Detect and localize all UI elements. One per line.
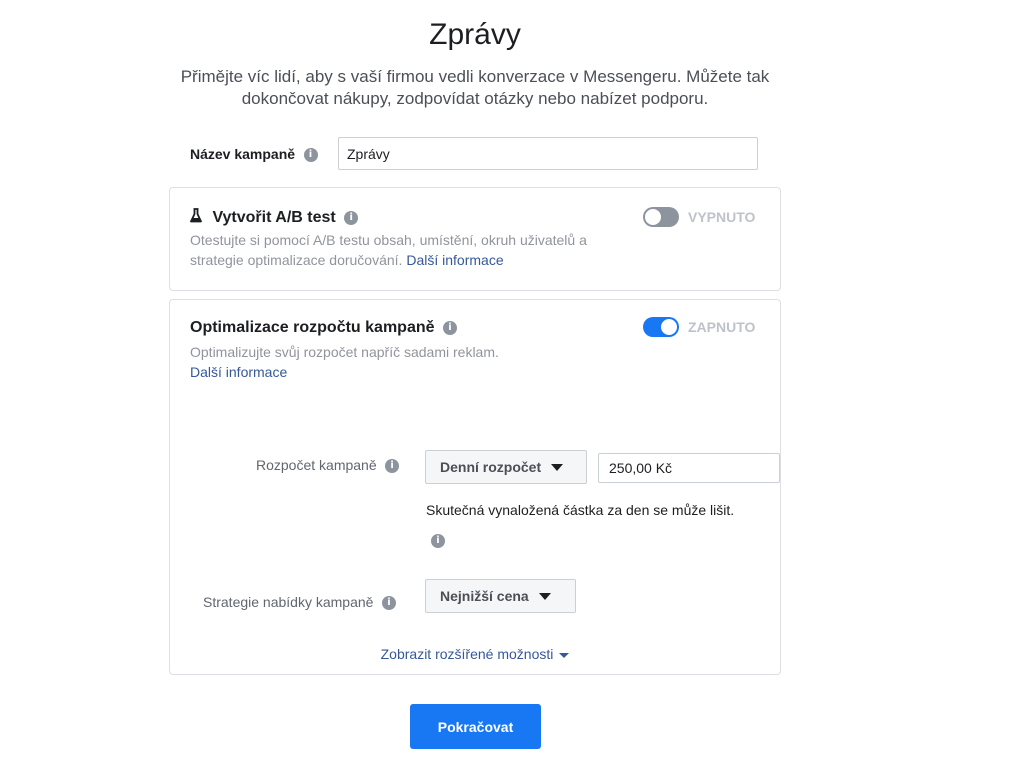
bid-strategy-label-row: Strategie nabídky kampaně i (203, 594, 396, 612)
caret-down-icon (538, 592, 551, 600)
ab-test-toggle[interactable] (643, 207, 679, 227)
caret-down-icon (551, 463, 564, 471)
budget-opt-header: Optimalizace rozpočtu kampaně i (190, 319, 457, 337)
ab-test-desc-line-2: strategie optimalizace doručování. Další… (190, 250, 650, 270)
budget-opt-desc-text: Optimalizujte svůj rozpočet napříč sadam… (190, 344, 499, 360)
page-subtitle: Přimějte víc lidí, aby s vaší firmou ved… (160, 66, 790, 110)
flask-icon (190, 208, 202, 228)
subtitle-line-1: Přimějte víc lidí, aby s vaší firmou ved… (180, 67, 770, 86)
info-icon[interactable]: i (431, 534, 445, 548)
caret-down-icon (559, 652, 570, 658)
info-icon[interactable]: i (442, 321, 457, 335)
advanced-options-label: Zobrazit rozšířené možnosti (380, 646, 554, 662)
ab-test-description: Otestujte si pomocí A/B testu obsah, umí… (190, 230, 650, 270)
subtitle-line-2: dokončovat nákupy, zodpovídat otázky neb… (241, 89, 709, 108)
campaign-budget-label-row: Rozpočet kampaně i (256, 457, 400, 475)
page-title: Zprávy (429, 18, 521, 51)
ab-test-toggle-label: VYPNUTO (688, 209, 756, 225)
toggle-knob (661, 319, 677, 335)
budget-opt-toggle-label: ZAPNUTO (688, 319, 756, 335)
info-icon[interactable]: i (303, 147, 318, 162)
bid-strategy-value: Nejnižší cena (440, 588, 529, 604)
ab-test-desc-line-1: Otestujte si pomocí A/B testu obsah, umí… (190, 232, 587, 248)
budget-opt-title: Optimalizace rozpočtu kampaně (190, 319, 435, 336)
continue-button[interactable]: Pokračovat (410, 704, 541, 749)
budget-opt-toggle[interactable] (643, 317, 679, 337)
budget-opt-description: Optimalizujte svůj rozpočet napříč sadam… (190, 342, 590, 382)
ab-test-desc-text: strategie optimalizace doručování. (190, 252, 403, 268)
bid-strategy-dropdown[interactable]: Nejnižší cena (425, 579, 576, 613)
advanced-options-row: Zobrazit rozšířené možnosti (0, 646, 950, 664)
info-icon[interactable]: i (344, 211, 359, 225)
campaign-name-row: Název kampaně i (190, 146, 318, 164)
campaign-name-input[interactable] (338, 137, 758, 170)
toggle-knob (645, 209, 661, 225)
info-icon[interactable]: i (381, 595, 396, 610)
campaign-name-label: Název kampaně (190, 146, 296, 162)
budget-note: Skutečná vynaložená částka za den se můž… (426, 502, 735, 518)
advanced-options-link[interactable]: Zobrazit rozšířené možnosti (381, 646, 570, 662)
budget-type-value: Denní rozpočet (440, 459, 542, 475)
info-icon[interactable]: i (385, 458, 400, 473)
ab-test-learn-more-link[interactable]: Další informace (406, 252, 503, 268)
ab-test-title: Vytvořit A/B test (212, 209, 336, 226)
budget-type-dropdown[interactable]: Denní rozpočet (425, 450, 587, 484)
budget-opt-learn-more-link[interactable]: Další informace (190, 364, 287, 380)
bid-strategy-label: Strategie nabídky kampaně (203, 594, 374, 610)
campaign-budget-label: Rozpočet kampaně (256, 457, 377, 473)
budget-amount-input[interactable] (598, 453, 780, 483)
ab-test-header: Vytvořit A/B test i (190, 208, 359, 228)
